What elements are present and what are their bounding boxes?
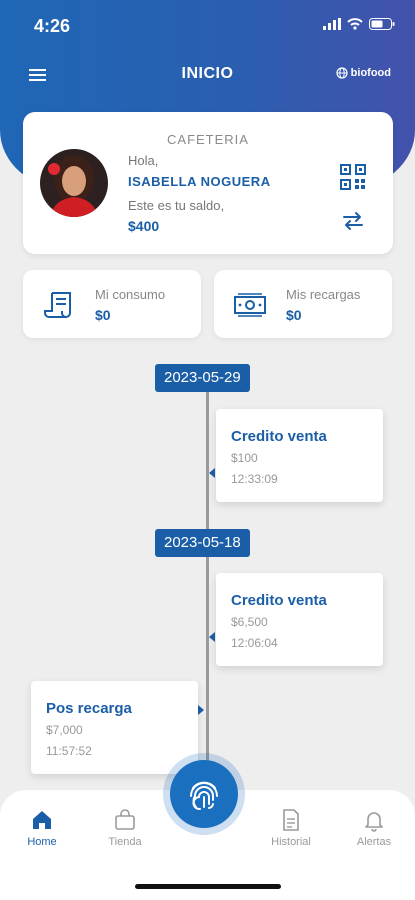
status-time: 4:26	[34, 16, 71, 36]
battery-icon	[369, 18, 395, 30]
timeline-entry[interactable]: Pos recarga $7,000 11:57:52	[31, 681, 198, 774]
stat-card-recargas[interactable]: Mis recargas $0	[214, 270, 392, 338]
stat-value: $0	[95, 307, 111, 323]
stat-value: $0	[286, 307, 302, 323]
stat-label: Mis recargas	[286, 287, 361, 302]
entry-time: 12:06:04	[231, 636, 278, 650]
timeline-connector	[209, 632, 215, 642]
nav-label: Tienda	[108, 836, 142, 848]
entry-title: Pos recarga	[46, 700, 132, 717]
status-icons	[323, 18, 395, 30]
stat-card-consumo[interactable]: Mi consumo $0	[23, 270, 201, 338]
home-icon	[33, 811, 51, 829]
fingerprint-icon	[190, 781, 218, 810]
entry-title: Credito venta	[231, 592, 327, 609]
timeline-date-badge: 2023-05-18	[155, 529, 250, 557]
brand-logo: biofood	[336, 67, 391, 79]
entry-time: 12:33:09	[231, 472, 278, 486]
entry-title: Credito venta	[231, 428, 327, 445]
nav-label: Historial	[271, 836, 311, 848]
entry-time: 11:57:52	[46, 744, 92, 758]
document-icon	[283, 809, 299, 831]
signal-icon	[323, 18, 341, 30]
balance-label: Este es tu saldo,	[128, 198, 225, 213]
timeline-date-badge: 2023-05-29	[155, 364, 250, 392]
qr-code-icon[interactable]	[340, 164, 366, 190]
fingerprint-button[interactable]	[170, 760, 238, 828]
entry-amount: $7,000	[46, 723, 83, 737]
profile-card: CAFETERIA Hola, ISABELLA NOGUERA Este es…	[23, 112, 393, 254]
entry-amount: $6,500	[231, 615, 268, 629]
avatar	[40, 149, 108, 217]
section-label: CAFETERIA	[167, 132, 249, 147]
balance-value: $400	[128, 218, 160, 234]
receipt-icon	[44, 292, 71, 318]
banknote-icon	[234, 293, 266, 317]
status-bar: 4:26	[0, 0, 415, 50]
nav-label: Home	[27, 836, 57, 848]
timeline-connector	[198, 705, 204, 715]
stat-label: Mi consumo	[95, 287, 166, 302]
brand-name: biofood	[350, 67, 391, 79]
timeline-connector	[209, 468, 215, 478]
nav-label: Alertas	[356, 836, 392, 848]
globe-icon	[336, 67, 348, 79]
nav-item-historial[interactable]: Historial	[261, 808, 321, 848]
app-navbar: INICIO biofood	[0, 55, 415, 93]
transfer-icon[interactable]	[341, 209, 365, 233]
home-indicator	[135, 884, 281, 889]
bell-icon	[365, 812, 383, 832]
nav-item-home[interactable]: Home	[12, 808, 72, 848]
timeline-entry[interactable]: Credito venta $100 12:33:09	[216, 409, 383, 502]
user-name: ISABELLA NOGUERA	[128, 174, 271, 189]
bag-icon	[115, 809, 135, 830]
timeline-line	[206, 380, 209, 780]
greeting-text: Hola,	[128, 153, 159, 168]
timeline-entry[interactable]: Credito venta $6,500 12:06:04	[216, 573, 383, 666]
nav-item-alertas[interactable]: Alertas	[344, 808, 404, 848]
entry-amount: $100	[231, 451, 258, 465]
wifi-icon	[347, 18, 363, 30]
nav-item-tienda[interactable]: Tienda	[95, 808, 155, 848]
